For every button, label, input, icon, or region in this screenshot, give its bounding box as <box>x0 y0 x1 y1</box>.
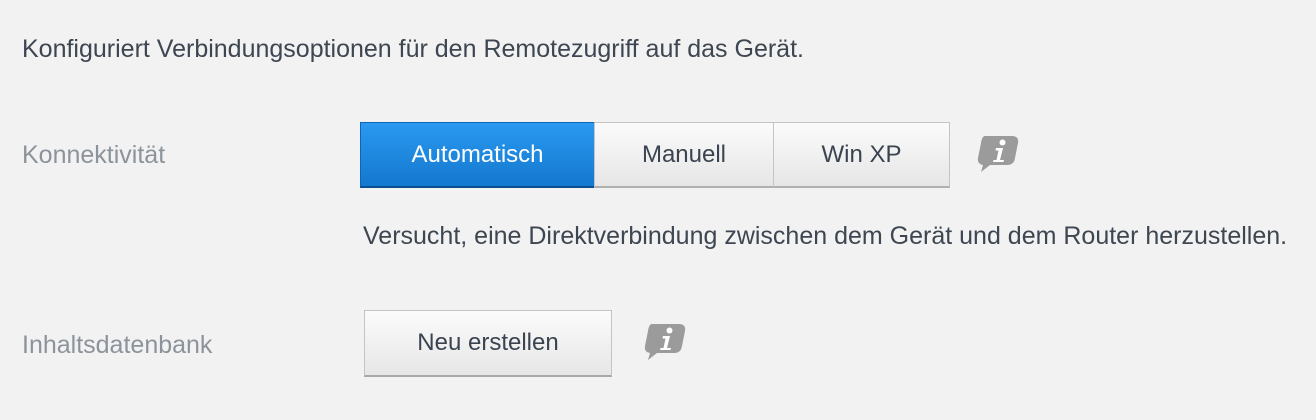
content-db-label: Inhaltsdatenbank <box>22 331 213 359</box>
connectivity-option-manuell[interactable]: Manuell <box>594 122 774 188</box>
connectivity-segmented-control: Automatisch Manuell Win XP <box>360 122 950 188</box>
connectivity-info-icon[interactable] <box>976 134 1020 174</box>
connectivity-option-automatisch[interactable]: Automatisch <box>360 122 595 188</box>
rebuild-database-button[interactable]: Neu erstellen <box>364 310 612 377</box>
connectivity-description: Versucht, eine Direktverbindung zwischen… <box>363 222 1288 250</box>
connectivity-label: Konnektivität <box>22 141 166 169</box>
intro-text: Konfiguriert Verbindungsoptionen für den… <box>22 35 804 63</box>
content-db-info-icon[interactable] <box>643 322 687 362</box>
connectivity-option-win-xp[interactable]: Win XP <box>773 122 950 188</box>
